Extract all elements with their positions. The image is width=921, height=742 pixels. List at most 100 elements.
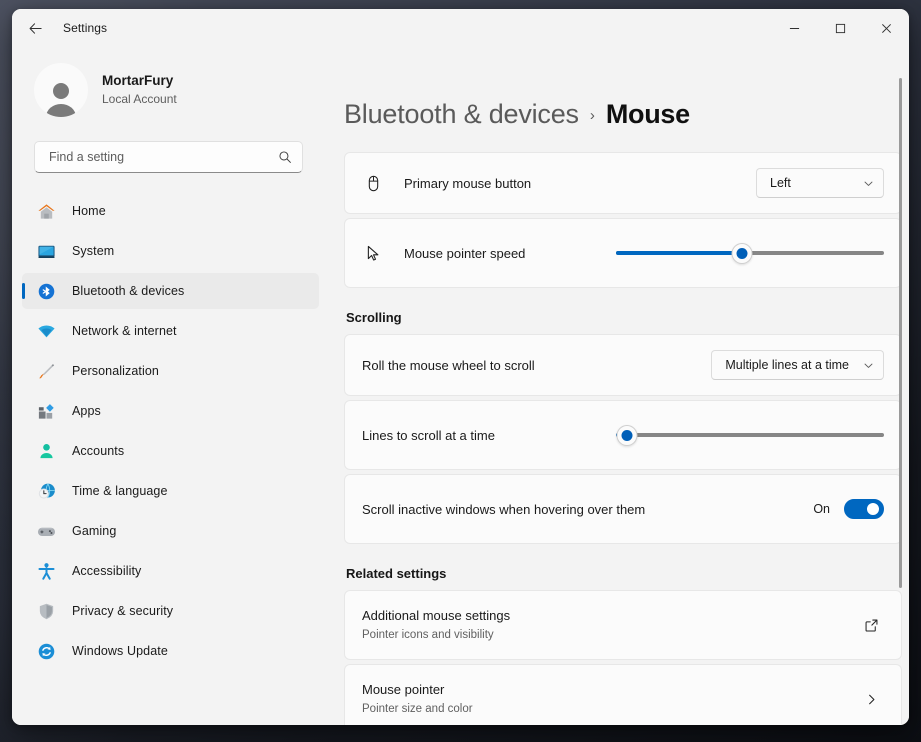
window-body: MortarFury Local Account Find a setting … [12, 47, 909, 725]
sidebar-item-system[interactable]: System [22, 233, 319, 269]
toggle-knob [867, 503, 879, 515]
toggle-wrapper: On [813, 499, 884, 519]
row-title: Additional mouse settings [362, 608, 511, 624]
lines-to-scroll-row: Lines to scroll at a time [344, 400, 902, 470]
close-button[interactable] [863, 9, 909, 47]
page-title: Mouse [605, 99, 690, 129]
scroll-inactive-windows-label: Scroll inactive windows when hovering ov… [362, 501, 646, 517]
mouse-wheel-scroll-label: Roll the mouse wheel to scroll [362, 357, 535, 373]
account-subtitle: Local Account [102, 91, 177, 106]
back-button[interactable] [18, 13, 52, 43]
sidebar-item-apps[interactable]: Apps [22, 393, 319, 429]
scrollbar-thumb[interactable] [899, 77, 902, 589]
related-settings-heading: Related settings [346, 566, 447, 581]
external-link-icon [858, 618, 884, 633]
home-icon [36, 201, 56, 221]
mouse-pointer-speed-row: Mouse pointer speed [344, 218, 902, 288]
sidebar-item-accounts[interactable]: Accounts [22, 433, 319, 469]
lines-to-scroll-slider[interactable] [616, 422, 884, 448]
additional-mouse-settings-row[interactable]: Additional mouse settings Pointer icons … [344, 590, 902, 660]
clock-globe-icon [36, 481, 56, 501]
system-monitor-icon [36, 241, 56, 261]
mouse-wheel-scroll-row: Roll the mouse wheel to scroll Multiple … [344, 334, 902, 396]
primary-mouse-button-dropdown[interactable]: Left [756, 168, 884, 198]
back-arrow-icon [29, 22, 42, 34]
mouse-icon [362, 174, 384, 193]
accounts-person-icon [36, 441, 56, 461]
scroll-inactive-windows-toggle[interactable] [844, 499, 884, 519]
lines-to-scroll-label: Lines to scroll at a time [362, 427, 495, 443]
mouse-pointer-row[interactable]: Mouse pointer Pointer size and color [344, 664, 902, 725]
maximize-button[interactable] [817, 9, 863, 47]
search-box[interactable] [34, 141, 303, 173]
title-bar: Settings [12, 9, 909, 47]
minimize-button[interactable] [771, 9, 817, 47]
dropdown-value: Left [770, 176, 791, 190]
avatar [34, 63, 88, 117]
slider-fill [616, 251, 742, 255]
wifi-icon [36, 321, 56, 341]
additional-mouse-settings-text: Additional mouse settings Pointer icons … [362, 607, 858, 643]
apps-grid-icon [36, 401, 56, 421]
mouse-wheel-scroll-dropdown[interactable]: Multiple lines at a time [711, 350, 884, 380]
mouse-pointer-speed-slider[interactable] [616, 240, 884, 266]
sidebar-item-label: Personalization [72, 364, 159, 378]
toggle-state-label: On [813, 502, 830, 516]
paintbrush-icon [36, 361, 56, 381]
sidebar-nav: Home System Bluetooth & devices Network … [12, 193, 325, 673]
shield-icon [36, 601, 56, 621]
accessibility-person-icon [36, 561, 56, 581]
app-title: Settings [63, 21, 108, 35]
scroll-inactive-windows-row: Scroll inactive windows when hovering ov… [344, 474, 902, 544]
sidebar-item-label: Time & language [72, 484, 168, 498]
row-title: Mouse pointer [362, 682, 445, 698]
sidebar-item-gaming[interactable]: Gaming [22, 513, 319, 549]
content-scroll-region: Bluetooth & devices › Mouse Primary mous… [325, 47, 909, 725]
content-scrollbar[interactable] [899, 65, 902, 711]
row-subtitle: Pointer size and color [362, 702, 473, 715]
sidebar-item-bluetooth-devices[interactable]: Bluetooth & devices [22, 273, 319, 309]
account-block[interactable]: MortarFury Local Account [12, 47, 325, 119]
sidebar-item-personalization[interactable]: Personalization [22, 353, 319, 389]
chevron-down-icon [863, 178, 874, 189]
account-name: MortarFury [102, 72, 174, 88]
sidebar-item-label: Gaming [72, 524, 117, 538]
mouse-pointer-text: Mouse pointer Pointer size and color [362, 681, 858, 717]
sidebar-item-label: Bluetooth & devices [72, 284, 185, 298]
scrolling-section-heading: Scrolling [346, 310, 402, 325]
sidebar-item-label: Accounts [72, 444, 125, 458]
dropdown-value: Multiple lines at a time [725, 358, 849, 372]
breadcrumb: Bluetooth & devices › Mouse [344, 47, 909, 152]
slider-thumb[interactable] [616, 424, 638, 446]
breadcrumb-parent[interactable]: Bluetooth & devices [344, 99, 579, 130]
sidebar-item-windows-update[interactable]: Windows Update [22, 633, 319, 669]
slider-thumb[interactable] [731, 242, 753, 264]
chevron-right-icon [858, 693, 884, 706]
sidebar-item-label: Home [72, 204, 106, 218]
sidebar-item-label: Accessibility [72, 564, 142, 578]
chevron-down-icon [863, 360, 874, 371]
sidebar-item-accessibility[interactable]: Accessibility [22, 553, 319, 589]
window-controls [771, 9, 909, 47]
sidebar-item-label: Network & internet [72, 324, 177, 338]
search-icon [279, 151, 291, 163]
account-text: MortarFury Local Account [102, 73, 177, 107]
maximize-icon [835, 23, 845, 33]
sidebar-item-label: System [72, 244, 115, 258]
sidebar-item-time-language[interactable]: Time & language [22, 473, 319, 509]
minimize-icon [789, 27, 799, 29]
update-refresh-icon [36, 641, 56, 661]
sidebar-item-privacy-security[interactable]: Privacy & security [22, 593, 319, 629]
row-subtitle: Pointer icons and visibility [362, 628, 494, 641]
primary-mouse-button-row: Primary mouse button Left [344, 152, 902, 214]
sidebar-item-network-internet[interactable]: Network & internet [22, 313, 319, 349]
sidebar-item-label: Apps [72, 404, 101, 418]
sidebar-item-label: Privacy & security [72, 604, 174, 618]
bluetooth-icon [36, 281, 56, 301]
search-input[interactable] [47, 149, 278, 165]
primary-mouse-button-label: Primary mouse button [404, 175, 532, 191]
gamepad-icon [36, 521, 56, 541]
sidebar-item-home[interactable]: Home [22, 193, 319, 229]
sidebar-item-label: Windows Update [72, 644, 168, 658]
chevron-right-icon: › [589, 107, 595, 124]
